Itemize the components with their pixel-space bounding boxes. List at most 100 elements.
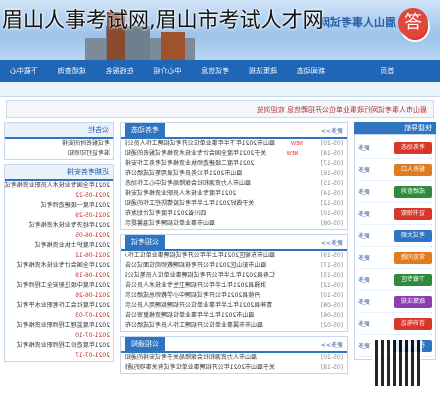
news-title[interactable]: 仁寿县2021年上半年公开考试招聘事业单位人员笔试公告: [125, 271, 275, 281]
more-link[interactable]: 更多: [358, 253, 370, 262]
more-link[interactable]: 更多: [358, 231, 370, 240]
news-item[interactable]: [05-10] 丹棱县2021年公开考试招聘中小学教师总成绩公示: [121, 291, 347, 301]
mirrored-page: 眉山人事考试网 首页 新闻动态 政策法规 考试信息 中心介绍 在线报名 成绩查询…: [0, 0, 440, 400]
nav-item[interactable]: 新闻动态: [287, 66, 335, 76]
sidebar-item-label: 考试大纲: [394, 229, 432, 242]
sidebar-item[interactable]: 政策法规 更多: [358, 291, 432, 313]
more-link[interactable]: 更多>>: [321, 238, 343, 247]
schedule-date: 2021-06-19: [75, 272, 110, 279]
sidebar-item[interactable]: 成绩查询 更多: [358, 181, 432, 203]
sidebar-item[interactable]: 报名入口 更多: [358, 159, 432, 181]
news-item[interactable]: [05-18] 关于眉山市2021年公开招聘事业单位考试有关事项的通知: [121, 363, 347, 373]
sidebar-item-label: 考务动态: [394, 141, 432, 154]
news-item[interactable]: [05-16] 眉山市2021年公务员考试录用笔试成绩公布: [121, 169, 347, 179]
more-link[interactable]: 更多: [358, 275, 370, 284]
nav-item[interactable]: 首页: [335, 66, 440, 76]
news-item[interactable]: [05-06] 眉山市2021年上半年事业单位招聘资格复审公告: [121, 311, 347, 321]
panel-tab[interactable]: 考务动态: [125, 123, 165, 137]
schedule-date: 2021-06-12: [75, 252, 110, 259]
schedule-item[interactable]: 2021年度社会工作者职业水平考试: [5, 301, 113, 311]
news-item[interactable]: [05-08] 眉山市事业单位招聘考试温馨提示: [121, 219, 347, 229]
news-item[interactable]: [05-17] 眉山市彭山区2021年公开考核招聘教师岗位面试公告: [121, 261, 347, 271]
news-date: [05-15]: [320, 180, 343, 187]
news-item[interactable]: [05-19] 眉山市东坡区2021年上半年公开考试招聘事业单位工作人员公告: [121, 251, 347, 261]
info-item[interactable]: 考试报名时间安排: [5, 139, 113, 149]
sidebar-item[interactable]: 常见问题 更多: [358, 247, 432, 269]
more-link[interactable]: 更多: [358, 209, 370, 218]
nav-item[interactable]: 中心介绍: [143, 66, 191, 76]
nav-item[interactable]: 考试信息: [191, 66, 239, 76]
new-badge: NEW: [286, 151, 299, 157]
news-title[interactable]: 2021年度二级建造师执业资格考试考务工作安排: [125, 159, 254, 169]
schedule-item[interactable]: 2021年全国专业技术人员职业资格考试: [5, 181, 113, 191]
news-title[interactable]: 丹棱县2021年公开考试招聘中小学教师总成绩公示: [125, 291, 260, 301]
schedule-item[interactable]: 2021年经济专业技术资格考试: [5, 221, 113, 231]
news-title[interactable]: 洪雅县2021年上半年公开招聘卫生专业技术人员公告: [125, 281, 266, 291]
news-title[interactable]: 眉山市人力资源和社会保障局考试中心工作动态: [125, 179, 251, 189]
schedule-date: 2021-07-10: [75, 332, 110, 339]
schedule-item[interactable]: 2021年度一级建造师考试: [5, 201, 113, 211]
more-link[interactable]: 更多>>: [321, 126, 343, 135]
news-item[interactable]: [05-20] 眉山市人力资源和社会保障局关于考试安排的通知: [121, 353, 347, 363]
news-item[interactable]: [05-20] NEW 眉山市2021年下半年事业单位公开考试招聘工作人员公告: [121, 139, 347, 149]
news-title[interactable]: 眉山市2021年上半年事业单位招聘资格复审公告: [125, 311, 254, 321]
news-item[interactable]: [05-10] 四川省2021年度考试计划发布: [121, 209, 347, 219]
news-item[interactable]: [05-15] 仁寿县2021年上半年公开考试招聘事业单位人员笔试公告: [121, 271, 347, 281]
panel-header: 更多>> 公招通知: [121, 337, 347, 353]
schedule-item[interactable]: 2021年度监理工程师职业资格考试: [5, 321, 113, 331]
news-title[interactable]: 关于眉山市2021年公开招聘事业单位考试有关事项的通知: [125, 363, 275, 373]
news-title[interactable]: 眉山市2021年公务员考试录用笔试成绩公布: [125, 169, 242, 179]
schedule-item[interactable]: 2021年度护士执业资格考试: [5, 241, 113, 251]
watermark-logo: 答: [398, 8, 428, 38]
sidebar-item[interactable]: 证书领取 更多: [358, 203, 432, 225]
scrolling-notice[interactable]: 眉山市人事考试网行政事业单位公开招聘信息 欢迎浏览: [6, 100, 434, 118]
news-title[interactable]: 眉山市市属事业单位公开招聘工作人员考试成绩公布: [125, 321, 263, 331]
news-date: [05-18]: [320, 150, 343, 157]
more-link[interactable]: 更多: [358, 165, 370, 174]
nav-item[interactable]: 成绩查询: [48, 66, 96, 76]
news-title[interactable]: 眉山市彭山区2021年公开考核招聘教师岗位面试公告: [125, 261, 266, 271]
news-item[interactable]: [05-18] NEW 关于2021年度全国会计专业技术资格考试报名的通知: [121, 149, 347, 159]
news-title[interactable]: 眉山市2021年下半年事业单位公开考试招聘工作人员公告: [125, 139, 275, 149]
news-title[interactable]: 眉山市东坡区2021年上半年公开考试招聘事业单位工作人员公告: [125, 251, 275, 261]
sidebar-item[interactable]: 考务动态 更多: [358, 137, 432, 159]
news-title[interactable]: 2021年度专业技术人员职业资格考试安排: [125, 189, 236, 199]
news-item[interactable]: [05-15] 眉山市人力资源和社会保障局考试中心工作动态: [121, 179, 347, 189]
info-item[interactable]: 准考证打印须知: [5, 149, 113, 159]
more-link[interactable]: 更多: [358, 297, 370, 306]
sidebar-item[interactable]: 下载专区 更多: [358, 269, 432, 291]
more-link[interactable]: 更多: [358, 341, 370, 350]
nav-item[interactable]: 下载中心: [0, 66, 48, 76]
news-date: [05-20]: [320, 140, 343, 147]
news-item[interactable]: [05-12] 关于做好2021年上半年考试疫情防控工作的通知: [121, 199, 347, 209]
sidebar-item[interactable]: 咨询电话 更多: [358, 313, 432, 335]
news-item[interactable]: [05-12] 洪雅县2021年上半年公开招聘卫生专业技术人员公告: [121, 281, 347, 291]
news-item[interactable]: [05-02] 眉山市市属事业单位公开招聘工作人员考试成绩公布: [121, 321, 347, 331]
news-date: [05-12]: [320, 282, 343, 289]
news-title[interactable]: 眉山市事业单位招聘考试温馨提示: [125, 219, 215, 229]
panel-tab[interactable]: 公招考试: [125, 235, 165, 249]
schedule-item[interactable]: 2021年度造价工程师职业资格考试: [5, 341, 113, 351]
news-title[interactable]: 四川省2021年度考试计划发布: [125, 209, 206, 219]
news-item[interactable]: [05-17] 2021年度二级建造师执业资格考试考务工作安排: [121, 159, 347, 169]
news-item[interactable]: [05-08] 青神县2021年上半年事业单位公开招聘拟聘用人员公示: [121, 301, 347, 311]
more-link[interactable]: 更多: [358, 143, 370, 152]
more-link[interactable]: 更多>>: [321, 340, 343, 349]
schedule-item[interactable]: 2021年全国会计专业技术资格考试: [5, 261, 113, 271]
schedule-date: 2021-06-26: [75, 292, 110, 299]
more-link[interactable]: 更多: [358, 187, 370, 196]
more-link[interactable]: 更多: [358, 319, 370, 328]
news-title[interactable]: 关于2021年度全国会计专业技术资格考试报名的通知: [125, 149, 266, 159]
news-title[interactable]: 关于做好2021年上半年考试疫情防控工作的通知: [125, 199, 254, 209]
news-title[interactable]: 青神县2021年上半年事业单位公开招聘拟聘用人员公示: [125, 301, 272, 311]
new-badge: NEW: [291, 141, 303, 147]
news-title[interactable]: 眉山市人力资源和社会保障局关于考试安排的通知: [125, 353, 257, 363]
news-date: [05-08]: [320, 220, 343, 227]
info-box: 近期考务安排 2021年全国专业技术人员职业资格考试 2021-05-22 2021年…: [4, 164, 114, 362]
nav-item[interactable]: 在线报名: [96, 66, 144, 76]
sidebar-item[interactable]: 考试大纲 更多: [358, 225, 432, 247]
news-item[interactable]: [05-14] 2021年度专业技术人员职业资格考试安排: [121, 189, 347, 199]
nav-item[interactable]: 政策法规: [239, 66, 287, 76]
schedule-item[interactable]: 2021年度中级注册安全工程师考试: [5, 281, 113, 291]
panel-tab[interactable]: 公招通知: [125, 337, 165, 351]
